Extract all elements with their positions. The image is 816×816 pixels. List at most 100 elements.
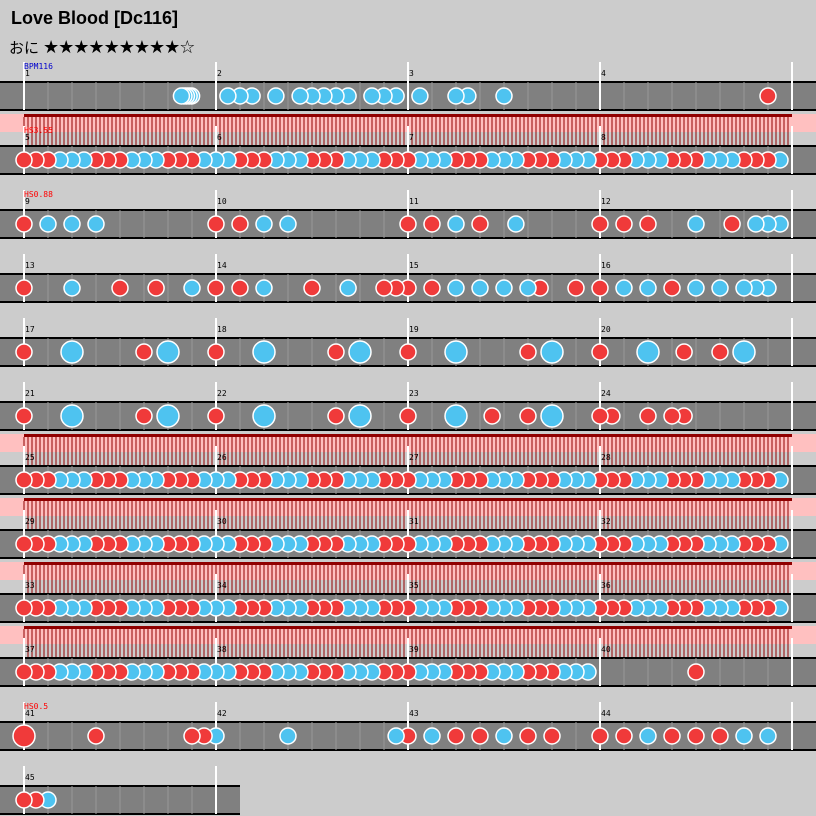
ka-note [687,279,705,297]
ka-note [279,727,297,745]
don-note [687,727,705,745]
don-note [675,343,693,361]
ka-note [252,340,276,364]
ka-note [279,215,297,233]
ka-note [63,215,81,233]
ka-note [60,340,84,364]
don-note [519,343,537,361]
don-note [399,343,417,361]
roll-bar [24,498,792,501]
don-note [207,343,225,361]
don-note [471,727,489,745]
ka-note [252,404,276,428]
don-note [423,215,441,233]
don-note [759,87,777,105]
don-note [663,407,681,425]
ka-note [255,215,273,233]
measure-number: 40 [601,645,611,654]
don-note [15,663,33,681]
event-label: BPM116 [24,62,53,71]
measure-number: 10 [217,197,227,206]
measure-number: 8 [601,133,606,142]
ka-note [519,279,537,297]
ka-note [615,279,633,297]
roll-bar [24,114,792,117]
measure-number: 38 [217,645,227,654]
measure-number: 44 [601,709,611,718]
don-note [639,215,657,233]
measure-number: 12 [601,197,611,206]
event-label: HS0.5 [24,702,48,711]
measure-number: 13 [25,261,35,270]
don-note [615,215,633,233]
ka-note [348,340,372,364]
don-note [231,215,249,233]
don-note [519,727,537,745]
ka-note [267,87,285,105]
measure-number: 26 [217,453,227,462]
measure-number: 33 [25,581,35,590]
ka-note [447,279,465,297]
don-note [147,279,165,297]
don-note [591,407,609,425]
ka-note [507,215,525,233]
don-note [15,407,33,425]
don-note [15,599,33,617]
ka-note [156,340,180,364]
ka-note [639,727,657,745]
measure-number: 35 [409,581,419,590]
ka-note [183,279,201,297]
don-note [15,471,33,489]
ka-note [87,215,105,233]
ka-note [540,340,564,364]
measure-number: 21 [25,389,35,398]
don-note [303,279,321,297]
ka-note [540,404,564,428]
don-note [15,151,33,169]
measure-number: 4 [601,69,606,78]
ka-note [747,215,765,233]
ka-note [687,215,705,233]
don-note [591,215,609,233]
ka-note [636,340,660,364]
don-note [87,727,105,745]
ka-note [471,279,489,297]
don-note [591,279,609,297]
measure-number: 34 [217,581,227,590]
measure-number: 19 [409,325,419,334]
measure-number: 27 [409,453,419,462]
ka-note [339,279,357,297]
measure-number: 31 [409,517,419,526]
don-note [711,727,729,745]
measure-number: 29 [25,517,35,526]
don-note [567,279,585,297]
ka-note [348,404,372,428]
ka-note [363,87,381,105]
ka-note [495,727,513,745]
ka-note [172,87,191,105]
measure-number: 45 [25,773,35,782]
don-note [15,535,33,553]
ka-note [255,279,273,297]
measure-number: 2 [217,69,222,78]
ka-note [411,87,429,105]
measure-number: 22 [217,389,227,398]
ka-note [639,279,657,297]
ka-note [447,87,465,105]
roll-bar [24,626,792,629]
measure-number: 24 [601,389,611,398]
ka-note [444,340,468,364]
don-note [591,727,609,745]
ka-note [387,727,405,745]
measure-number: 14 [217,261,227,270]
event-label: HS3.55 [24,126,53,135]
measure-number: 6 [217,133,222,142]
measure-number: 30 [217,517,227,526]
don-note [15,215,33,233]
ka-note [495,279,513,297]
ka-note [60,404,84,428]
measure-number: 17 [25,325,35,334]
note-chart: 1BPM1162 3 45HS3.556 7 89HS0.8810 11 1213 14 15 1… [0,62,816,815]
don-note [135,407,153,425]
don-note [663,279,681,297]
